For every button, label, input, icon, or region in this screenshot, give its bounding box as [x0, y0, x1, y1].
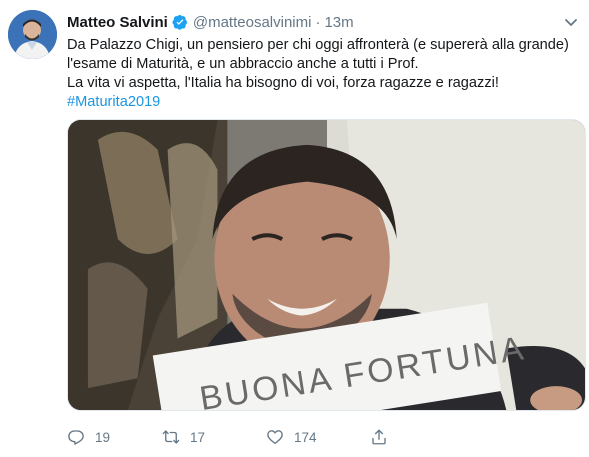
avatar-image	[8, 10, 57, 59]
tweet-header: Matteo Salvini @matteosalvinimi · 13m	[67, 12, 354, 32]
reply-icon	[68, 430, 84, 445]
share-icon	[372, 429, 386, 445]
hashtag-link[interactable]: #Maturita2019	[67, 94, 160, 110]
tweet-actions: 19 17 174	[67, 426, 487, 448]
author-name[interactable]: Matteo Salvini	[67, 14, 168, 31]
heart-icon	[267, 430, 283, 445]
tweet-text-line: La vita vi aspetta, l'Italia ha bisogno …	[67, 75, 499, 91]
author-handle[interactable]: @matteosalvinimi	[193, 14, 312, 31]
chevron-down-icon[interactable]	[563, 14, 579, 30]
retweet-button[interactable]: 17	[162, 428, 266, 446]
retweet-count: 17	[190, 429, 206, 445]
avatar[interactable]	[8, 10, 57, 59]
like-count: 174	[294, 429, 317, 445]
retweet-icon	[162, 430, 180, 444]
verified-badge-icon	[172, 14, 188, 30]
timestamp[interactable]: 13m	[324, 14, 353, 31]
share-button[interactable]	[370, 428, 410, 446]
tweet-text-line: l'esame di Maturità, e un abbraccio anch…	[67, 56, 419, 72]
tweet-text: Da Palazzo Chigi, un pensiero per chi og…	[67, 36, 577, 112]
tweet-text-line: Da Palazzo Chigi, un pensiero per chi og…	[67, 37, 569, 53]
photo-image: BUONA FORTUNA	[68, 120, 585, 410]
separator-dot: ·	[315, 13, 321, 31]
tweet-photo[interactable]: BUONA FORTUNA	[67, 119, 586, 411]
reply-count: 19	[95, 429, 111, 445]
reply-button[interactable]: 19	[67, 428, 162, 446]
like-button[interactable]: 174	[266, 428, 370, 446]
tweet-card[interactable]: Matteo Salvini @matteosalvinimi · 13m Da…	[0, 0, 589, 457]
